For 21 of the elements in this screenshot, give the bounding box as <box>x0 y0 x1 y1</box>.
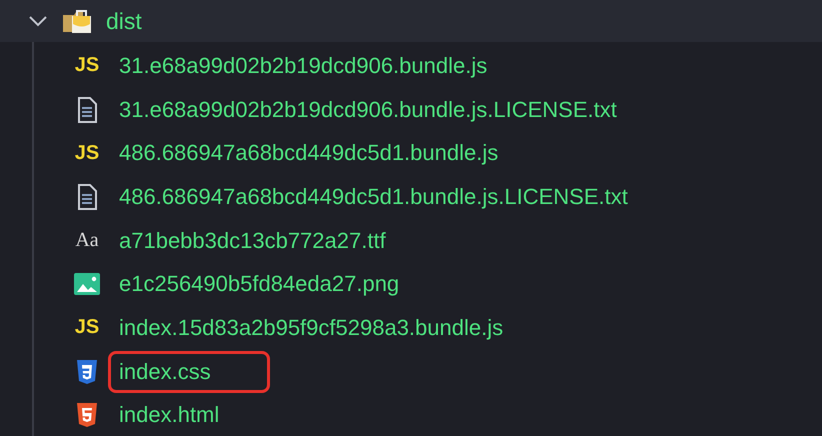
font-icon: Aa <box>75 229 99 252</box>
file-name[interactable]: index.html <box>108 394 230 436</box>
folder-name[interactable]: dist <box>106 8 142 34</box>
file-name[interactable]: 31.e68a99d02b2b19dcd906.bundle.js.LICENSE.txt <box>108 88 628 131</box>
image-icon <box>74 273 100 296</box>
chevron-icon[interactable] <box>28 15 48 27</box>
file-name[interactable]: e1c256490b5fd84eda27.png <box>108 263 410 306</box>
html-icon <box>76 402 98 428</box>
file-name[interactable]: a71bebb3dc13cb772a27.ttf <box>108 220 397 262</box>
js-icon: JS <box>74 316 100 340</box>
file-name[interactable]: index.css <box>108 350 270 393</box>
js-icon: JS <box>74 142 100 165</box>
document-icon <box>77 96 97 123</box>
folder-icon <box>62 8 92 34</box>
js-icon: JS <box>74 54 100 78</box>
file-name[interactable]: index.15d83a2b95f9cf5298a3.bundle.js <box>108 306 514 349</box>
file-name[interactable]: 31.e68a99d02b2b19dcd906.bundle.js <box>108 44 498 87</box>
file-name[interactable]: 486.686947a68bcd449dc5d1.bundle.js <box>108 132 510 174</box>
document-icon <box>77 184 97 210</box>
css-icon <box>76 358 98 385</box>
file-name[interactable]: 486.686947a68bcd449dc5d1.bundle.js.LICENSE.txt <box>108 176 639 218</box>
